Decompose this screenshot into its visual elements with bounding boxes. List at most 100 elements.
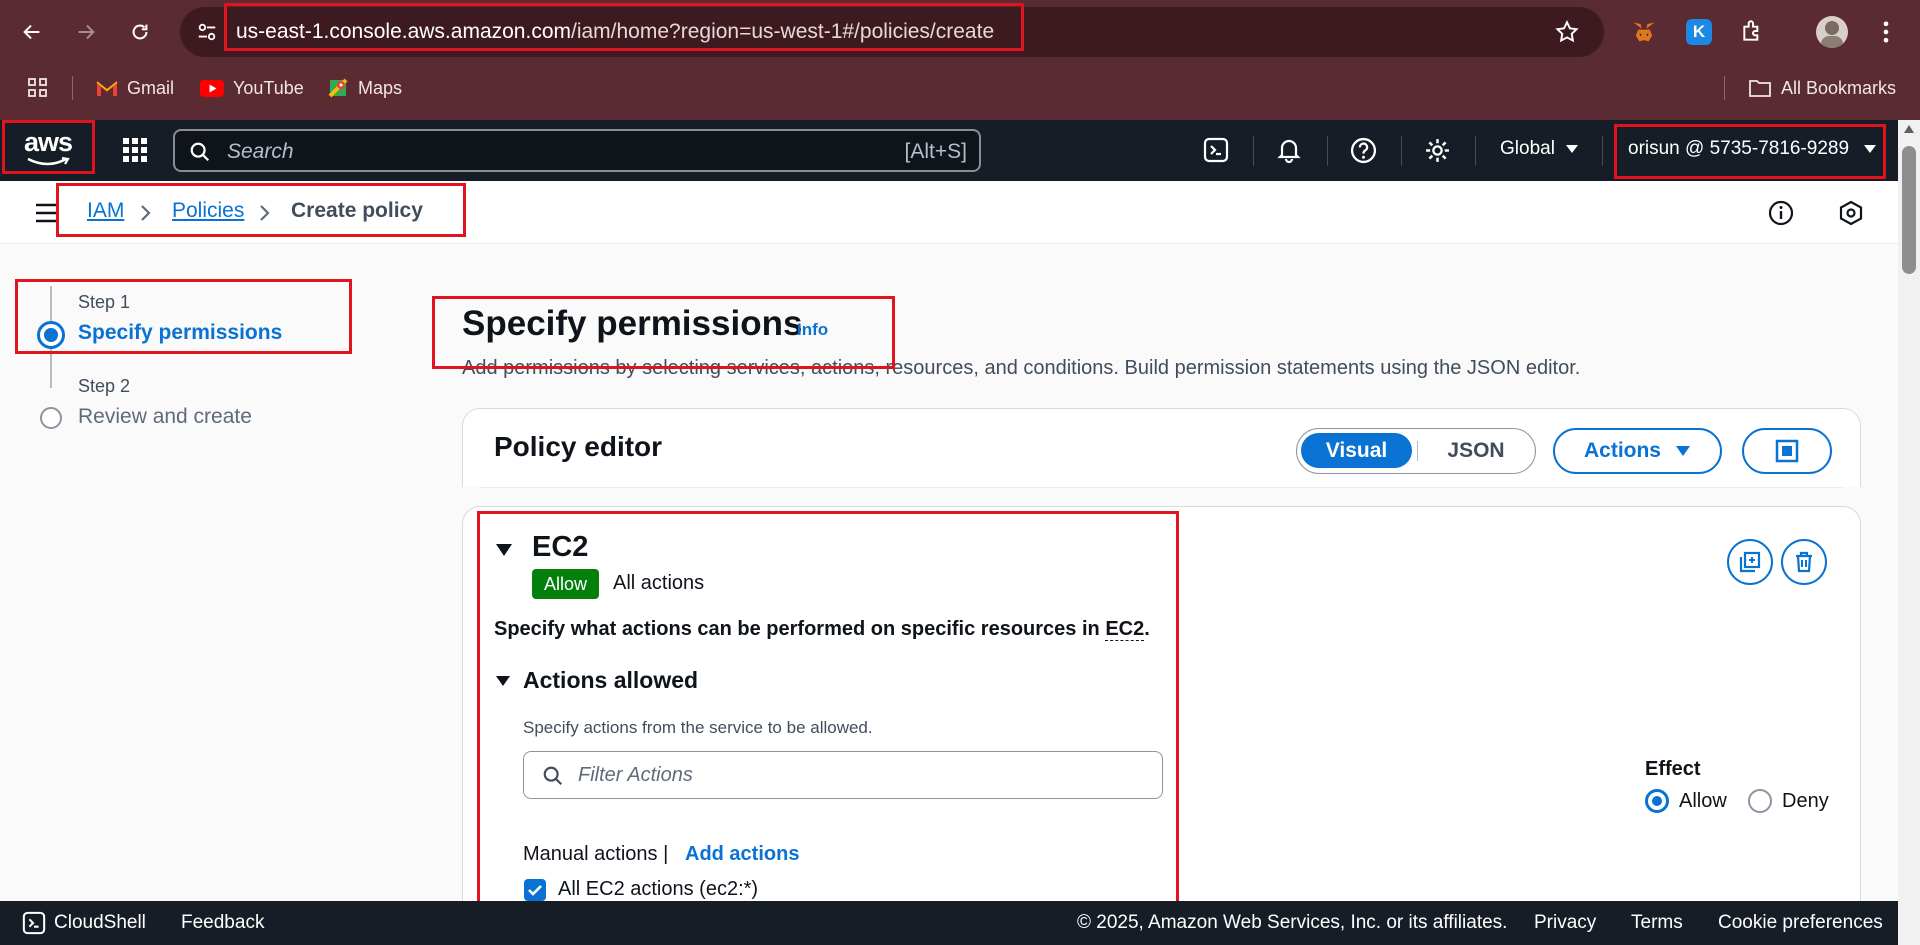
footer-privacy-link[interactable]: Privacy — [1534, 912, 1596, 934]
cloudshell-icon — [1203, 137, 1229, 163]
remove-button-circle — [1781, 539, 1827, 585]
allow-badge: Allow — [532, 569, 600, 599]
tab-visual[interactable]: Visual — [1301, 433, 1412, 468]
trash-icon — [1796, 551, 1812, 573]
back-button[interactable] — [14, 14, 50, 50]
caret-down-expand-icon[interactable] — [495, 675, 511, 687]
statement-heading-service[interactable]: EC2 — [1105, 618, 1145, 641]
bookmark-youtube-label: YouTube — [233, 77, 304, 98]
services-grid-icon[interactable] — [121, 136, 149, 164]
step-1-label[interactable]: Specify permissions — [78, 321, 282, 345]
extensions-puzzle-icon[interactable] — [1740, 18, 1766, 44]
effect-deny-radio[interactable]: Deny — [1748, 789, 1829, 813]
apps-grid-icon[interactable] — [27, 77, 49, 99]
bookmark-divider — [1724, 76, 1725, 100]
editor-mode-toggle: Visual JSON — [1296, 428, 1536, 474]
aws-top-nav: aws Search [Alt+S] Global orisun @ 5735-… — [0, 120, 1898, 181]
bookmark-divider — [72, 76, 73, 100]
effect-allow-radio[interactable]: Allow — [1645, 789, 1727, 813]
page-title: Specify permissions — [462, 304, 803, 343]
forward-button[interactable] — [68, 14, 104, 50]
account-menu[interactable]: orisun @ 5735-7816-9289 — [1628, 138, 1877, 160]
region-label: Global — [1500, 138, 1555, 159]
footer-cloudshell-label: CloudShell — [54, 912, 146, 933]
nav-divider — [1401, 136, 1402, 166]
aws-smile-icon — [27, 157, 70, 166]
url-path: /iam/home?region=us-west-1#/policies/cre… — [571, 20, 995, 43]
nav-divider — [1327, 136, 1328, 166]
step-2-number: Step 2 — [78, 376, 131, 396]
statement-service-title: EC2 — [532, 531, 589, 563]
step-2-label: Review and create — [78, 405, 252, 428]
security-hexagon-icon[interactable] — [1838, 200, 1864, 226]
info-link[interactable]: Info — [797, 320, 828, 340]
statement-heading-suffix: . — [1144, 618, 1150, 640]
hamburger-menu-icon[interactable] — [34, 202, 58, 224]
bell-icon — [1277, 139, 1301, 163]
help-button[interactable] — [1347, 134, 1379, 166]
reload-button[interactable] — [122, 14, 158, 50]
actions-allowed-heading[interactable]: Actions allowed — [523, 667, 698, 694]
url-text[interactable]: us-east-1.console.aws.amazon.com/iam/hom… — [236, 20, 994, 44]
footer-cookie-preferences-link[interactable]: Cookie preferences — [1718, 912, 1883, 934]
bookmark-gmail[interactable]: Gmail — [96, 75, 174, 101]
panel-divider — [480, 487, 1843, 488]
notifications-button[interactable] — [1273, 134, 1305, 166]
breadcrumb-bar: IAM Policies Create policy — [0, 181, 1898, 244]
footer-cloudshell-button[interactable]: CloudShell — [22, 911, 146, 935]
bookmark-maps[interactable]: Maps — [327, 75, 402, 101]
browser-chrome: us-east-1.console.aws.amazon.com/iam/hom… — [0, 0, 1920, 120]
manual-actions-label: Manual actions | — [523, 843, 669, 865]
help-icon — [1350, 137, 1376, 163]
search-input[interactable]: Search [Alt+S] — [173, 129, 981, 172]
reload-icon — [132, 24, 148, 40]
filter-actions-input[interactable]: Filter Actions — [523, 751, 1163, 799]
breadcrumb-iam[interactable]: IAM — [87, 199, 124, 223]
all-ec2-actions-checkbox[interactable] — [524, 879, 546, 901]
bookmark-youtube[interactable]: YouTube — [200, 75, 304, 101]
toggle-divider — [1417, 441, 1418, 461]
address-bar[interactable]: us-east-1.console.aws.amazon.com/iam/hom… — [180, 7, 1604, 57]
nav-divider — [1253, 136, 1254, 166]
site-info-icon[interactable] — [196, 21, 218, 43]
effect-allow-label: Allow — [1679, 789, 1727, 812]
region-selector[interactable]: Global — [1500, 138, 1579, 160]
folder-icon — [1749, 80, 1771, 97]
actions-dropdown-button[interactable]: Actions — [1553, 428, 1722, 474]
footer-feedback-link[interactable]: Feedback — [181, 912, 264, 934]
breadcrumb-policies[interactable]: Policies — [172, 199, 244, 223]
aws-logo[interactable]: aws — [18, 127, 78, 171]
metamask-fox-icon[interactable] — [1630, 18, 1658, 46]
policy-editor-title: Policy editor — [494, 431, 663, 462]
caret-down-icon — [1565, 145, 1578, 153]
search-icon — [190, 142, 210, 162]
bookmark-star-icon[interactable] — [1554, 19, 1580, 45]
aws-logo-text: aws — [23, 127, 73, 157]
extension-k-icon[interactable]: K — [1686, 19, 1712, 45]
filter-actions-placeholder: Filter Actions — [578, 764, 693, 786]
duplicate-statement-button[interactable] — [1727, 539, 1773, 585]
breadcrumb-current: Create policy — [291, 199, 423, 222]
add-actions-link[interactable]: Add actions — [685, 843, 799, 866]
account-label: orisun @ 5735-7816-9289 — [1628, 138, 1850, 159]
scrollbar-thumb[interactable] — [1902, 146, 1916, 274]
bookmark-maps-label: Maps — [358, 77, 403, 98]
remove-statement-button[interactable] — [1781, 539, 1827, 585]
radio-checked-icon — [1645, 789, 1669, 813]
step-1-indicator — [37, 321, 65, 349]
caret-down-expand-icon[interactable] — [495, 543, 513, 557]
tab-json[interactable]: JSON — [1419, 433, 1533, 468]
cloudshell-button[interactable] — [1200, 134, 1232, 166]
statement-heading: Specify what actions can be performed on… — [494, 618, 1150, 641]
maps-icon — [328, 78, 348, 98]
browser-menu-icon[interactable] — [1876, 18, 1896, 46]
fullscreen-button[interactable] — [1742, 428, 1832, 474]
search-shortcut: [Alt+S] — [904, 140, 967, 163]
info-circle-icon[interactable] — [1768, 200, 1794, 226]
settings-button[interactable] — [1421, 134, 1453, 166]
all-bookmarks[interactable]: All Bookmarks — [1748, 75, 1896, 101]
scroll-up-arrow-icon[interactable] — [1903, 124, 1915, 134]
footer-copyright: © 2025, Amazon Web Services, Inc. or its… — [1077, 912, 1508, 933]
profile-avatar[interactable] — [1816, 16, 1848, 48]
footer-terms-link[interactable]: Terms — [1631, 912, 1683, 934]
